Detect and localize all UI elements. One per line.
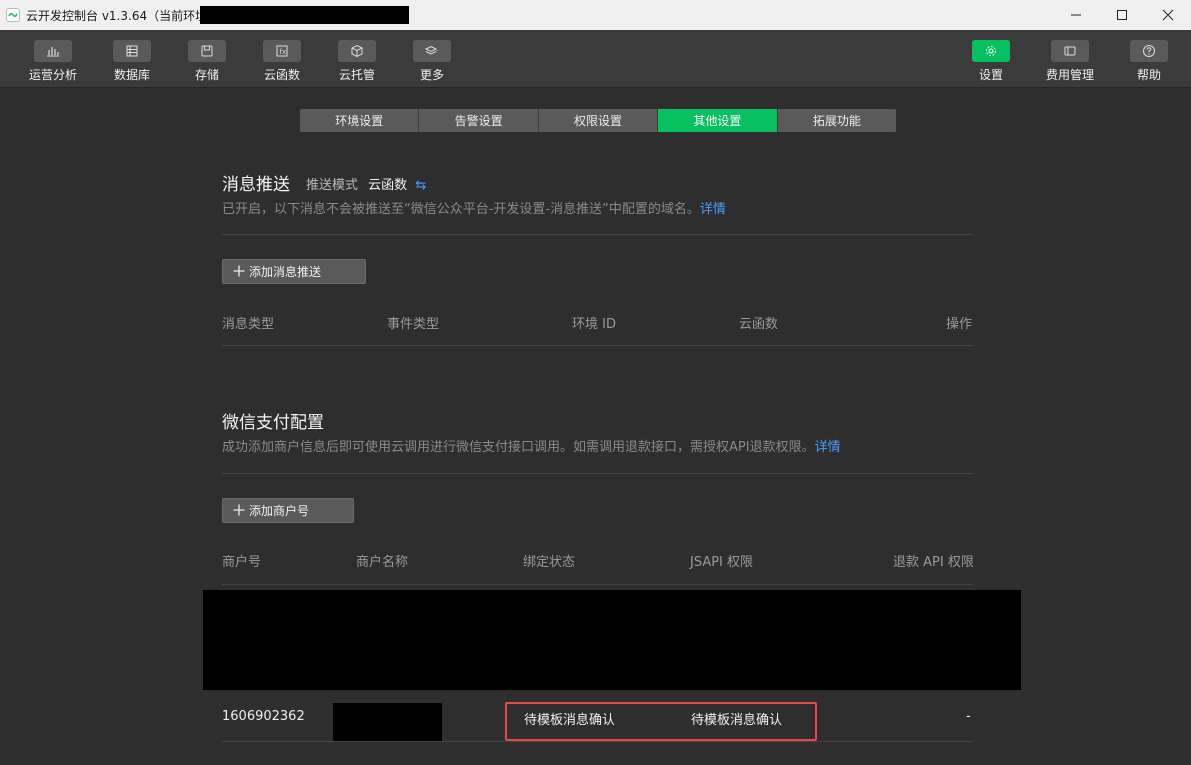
gear-icon bbox=[972, 40, 1010, 62]
swap-icon[interactable]: ⇆ bbox=[415, 178, 426, 193]
col-actions: 操作 bbox=[946, 317, 973, 332]
divider bbox=[222, 584, 973, 585]
tab-env-settings[interactable]: 环境设置 bbox=[300, 109, 420, 132]
redacted-area bbox=[200, 6, 409, 24]
layers-icon bbox=[413, 40, 451, 62]
app-logo-icon bbox=[6, 8, 20, 22]
push-mode-value: 云函数 bbox=[368, 178, 408, 193]
title-bar: 云开发控制台 v1.3.64（当前环境 c bbox=[0, 0, 1191, 30]
help-icon bbox=[1130, 40, 1168, 62]
merchant-id-cell: 1606902362 bbox=[222, 709, 305, 724]
database-icon bbox=[113, 40, 151, 62]
divider bbox=[222, 741, 973, 742]
col-jsapi-permission: JSAPI 权限 bbox=[690, 555, 754, 570]
divider bbox=[222, 234, 973, 235]
refund-permission-cell: - bbox=[966, 709, 971, 724]
bar-chart-icon bbox=[34, 40, 72, 62]
col-env-id: 环境 ID bbox=[572, 317, 616, 332]
wechat-pay-title: 微信支付配置 bbox=[222, 413, 324, 433]
minimize-icon[interactable] bbox=[1053, 0, 1099, 30]
push-mode-label: 推送模式 bbox=[306, 178, 359, 193]
col-event-type: 事件类型 bbox=[387, 317, 440, 332]
toolbar-item-settings[interactable]: 设置 bbox=[959, 40, 1023, 83]
svg-text:fx: fx bbox=[280, 48, 287, 56]
toolbar-item-analytics[interactable]: 运营分析 bbox=[21, 40, 85, 83]
toolbar-item-database[interactable]: 数据库 bbox=[100, 40, 164, 83]
storage-icon bbox=[188, 40, 226, 62]
redacted-area bbox=[203, 590, 1021, 690]
toolbar-item-more[interactable]: 更多 bbox=[400, 40, 464, 83]
message-push-description: 已开启，以下消息不会被推送至“微信公众平台-开发设置-消息推送”中配置的域名。详… bbox=[222, 202, 726, 217]
tab-extensions[interactable]: 拓展功能 bbox=[777, 109, 896, 132]
redacted-area bbox=[333, 703, 442, 741]
highlight-box bbox=[505, 702, 817, 741]
tab-permission-settings[interactable]: 权限设置 bbox=[538, 109, 659, 132]
toolbar-item-storage[interactable]: 存储 bbox=[175, 40, 239, 83]
toolbar-item-help[interactable]: 帮助 bbox=[1117, 40, 1181, 83]
main-toolbar: 运营分析 数据库 存储 fx 云函数 云托管 更多 设置 费用管理 帮助 bbox=[0, 30, 1191, 88]
message-push-detail-link[interactable]: 详情 bbox=[700, 202, 726, 217]
wechat-pay-detail-link[interactable]: 详情 bbox=[815, 440, 841, 455]
wechat-pay-description: 成功添加商户信息后即可使用云调用进行微信支付接口调用。如需调用退款接口，需授权A… bbox=[222, 440, 841, 455]
toolbar-item-billing[interactable]: 费用管理 bbox=[1038, 40, 1102, 83]
billing-icon bbox=[1051, 40, 1089, 62]
col-merchant-id: 商户号 bbox=[222, 555, 262, 570]
add-merchant-button[interactable]: 添加商户号 bbox=[222, 498, 354, 523]
plus-icon bbox=[233, 504, 245, 516]
maximize-icon[interactable] bbox=[1099, 0, 1145, 30]
toolbar-item-cloud-function[interactable]: fx 云函数 bbox=[250, 40, 314, 83]
message-push-title: 消息推送 bbox=[222, 175, 290, 195]
tab-alert-settings[interactable]: 告警设置 bbox=[419, 109, 539, 132]
divider bbox=[222, 473, 973, 474]
function-icon: fx bbox=[263, 40, 301, 62]
add-message-push-button[interactable]: 添加消息推送 bbox=[222, 259, 366, 284]
window-title: 云开发控制台 v1.3.64（当前环境 c bbox=[26, 8, 218, 23]
tab-other-settings[interactable]: 其他设置 bbox=[658, 109, 778, 132]
divider bbox=[222, 345, 973, 346]
cube-icon bbox=[338, 40, 376, 62]
toolbar-item-cloud-hosting[interactable]: 云托管 bbox=[325, 40, 389, 83]
close-icon[interactable] bbox=[1145, 0, 1191, 30]
col-refund-permission: 退款 API 权限 bbox=[893, 555, 974, 570]
col-bind-status: 绑定状态 bbox=[523, 555, 576, 570]
push-mode: 推送模式 云函数 ⇆ bbox=[306, 174, 426, 193]
col-cloud-function: 云函数 bbox=[739, 317, 779, 332]
plus-icon bbox=[233, 265, 245, 277]
col-merchant-name: 商户名称 bbox=[356, 555, 409, 570]
settings-tabs: 环境设置 告警设置 权限设置 其他设置 拓展功能 bbox=[300, 109, 896, 132]
col-message-type: 消息类型 bbox=[222, 317, 275, 332]
